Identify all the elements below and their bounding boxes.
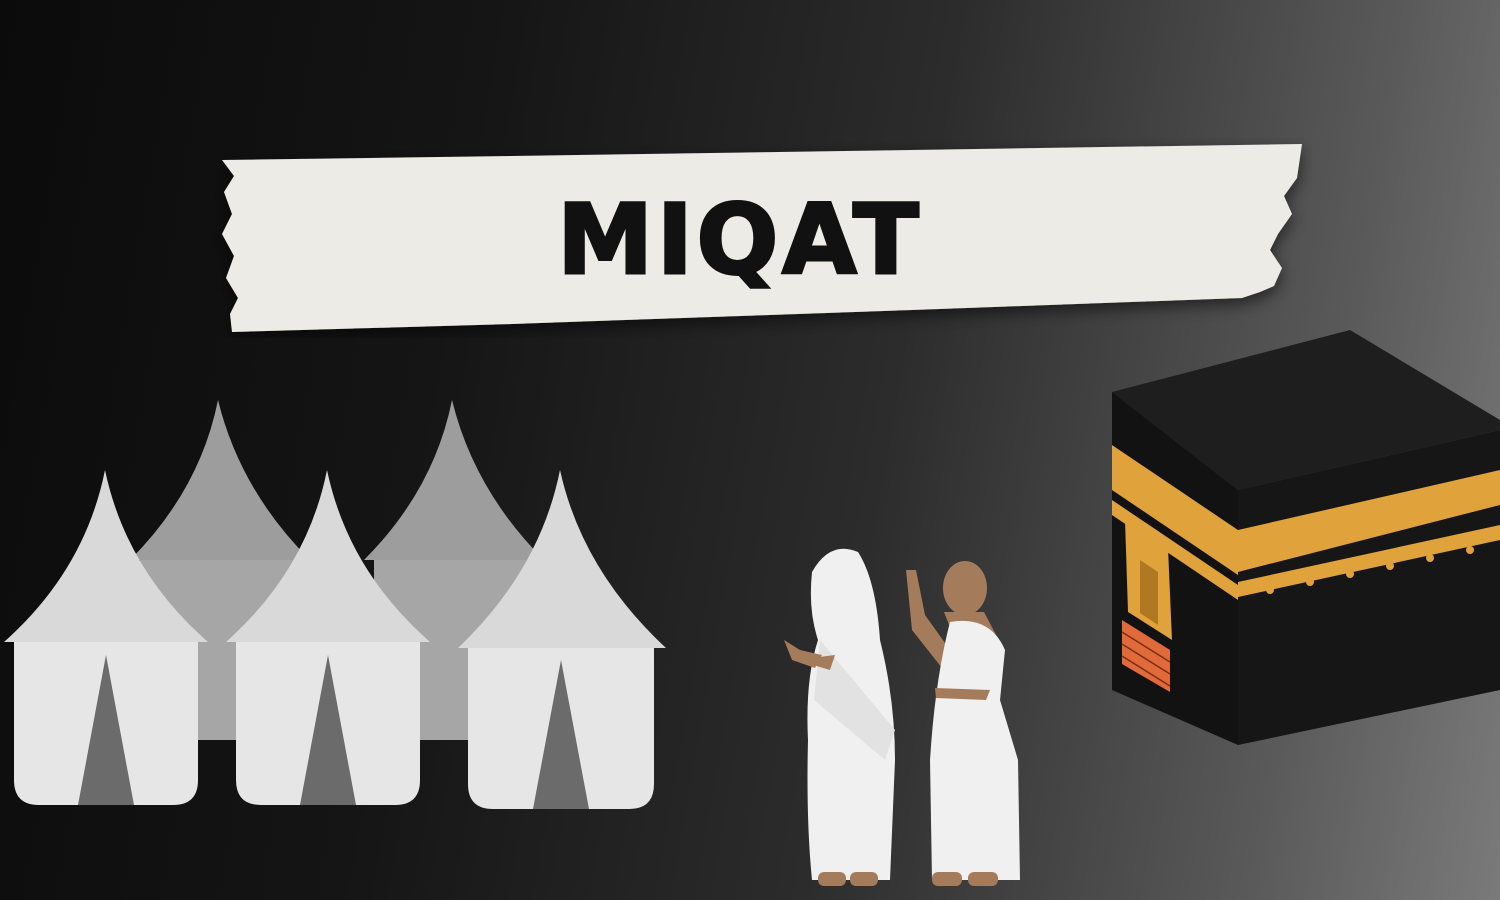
kaaba-icon [1112,330,1500,745]
pilgrim-figure-icon [906,561,1020,886]
scene: MIQAT [0,0,1500,900]
pilgrim-figure-icon [784,548,895,886]
tents-group-icon [4,400,666,809]
